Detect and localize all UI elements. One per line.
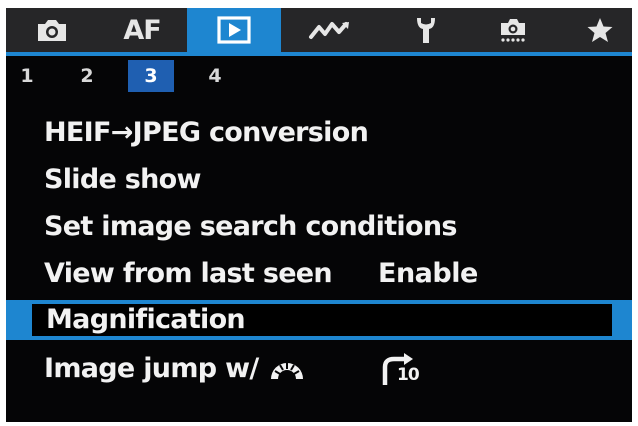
subtab-4[interactable]: 4 bbox=[192, 60, 238, 92]
menu-item-magnification[interactable]: Magnification bbox=[6, 300, 632, 340]
main-tab-bar: AF bbox=[6, 8, 632, 52]
jump-10-icon: 10 bbox=[380, 353, 424, 387]
tab-playback[interactable] bbox=[187, 8, 281, 52]
menu-item-label: HEIF→JPEG conversion bbox=[44, 117, 369, 148]
tab-wireless[interactable] bbox=[303, 8, 357, 52]
tab-setup[interactable] bbox=[404, 8, 448, 52]
menu-item-value: Enable bbox=[378, 258, 478, 289]
subtab-1[interactable]: 1 bbox=[6, 60, 50, 92]
menu-item-label: Image jump w/ bbox=[44, 353, 259, 384]
tab-af[interactable]: AF bbox=[118, 8, 166, 52]
menu-item-view-from-last-seen[interactable]: View from last seen Enable bbox=[6, 254, 632, 294]
camera-menu-screen: AF 1 2 3 4 HEIF→JPEG conversion Slide sh… bbox=[6, 8, 632, 422]
camera-icon bbox=[38, 20, 66, 41]
tab-custom[interactable] bbox=[491, 8, 535, 52]
menu-item-image-jump[interactable]: Image jump w/ 10 bbox=[6, 349, 632, 389]
wrench-icon bbox=[417, 18, 435, 43]
main-dial-icon bbox=[271, 362, 304, 379]
menu-item-label: Magnification bbox=[46, 304, 246, 335]
play-icon bbox=[217, 16, 251, 44]
menu-item-label: View from last seen bbox=[44, 258, 333, 289]
menu-item-set-image-search-conditions[interactable]: Set image search conditions bbox=[6, 207, 632, 247]
subtab-2[interactable]: 2 bbox=[64, 60, 110, 92]
star-icon bbox=[587, 18, 613, 42]
wireless-icon bbox=[309, 22, 349, 39]
menu-item-slide-show[interactable]: Slide show bbox=[6, 160, 632, 200]
menu-item-label: Set image search conditions bbox=[44, 211, 457, 242]
jump-10-text: 10 bbox=[397, 365, 420, 385]
menu-item-heif-jpeg-conversion[interactable]: HEIF→JPEG conversion bbox=[6, 113, 632, 153]
sub-tab-bar: 1 2 3 4 bbox=[6, 56, 632, 96]
tab-shooting[interactable] bbox=[30, 8, 74, 52]
tab-af-label: AF bbox=[123, 14, 161, 46]
custom-camera-icon bbox=[501, 19, 525, 42]
subtab-3[interactable]: 3 bbox=[128, 60, 174, 92]
tab-my-menu[interactable] bbox=[578, 8, 622, 52]
menu-item-label: Slide show bbox=[44, 164, 201, 195]
